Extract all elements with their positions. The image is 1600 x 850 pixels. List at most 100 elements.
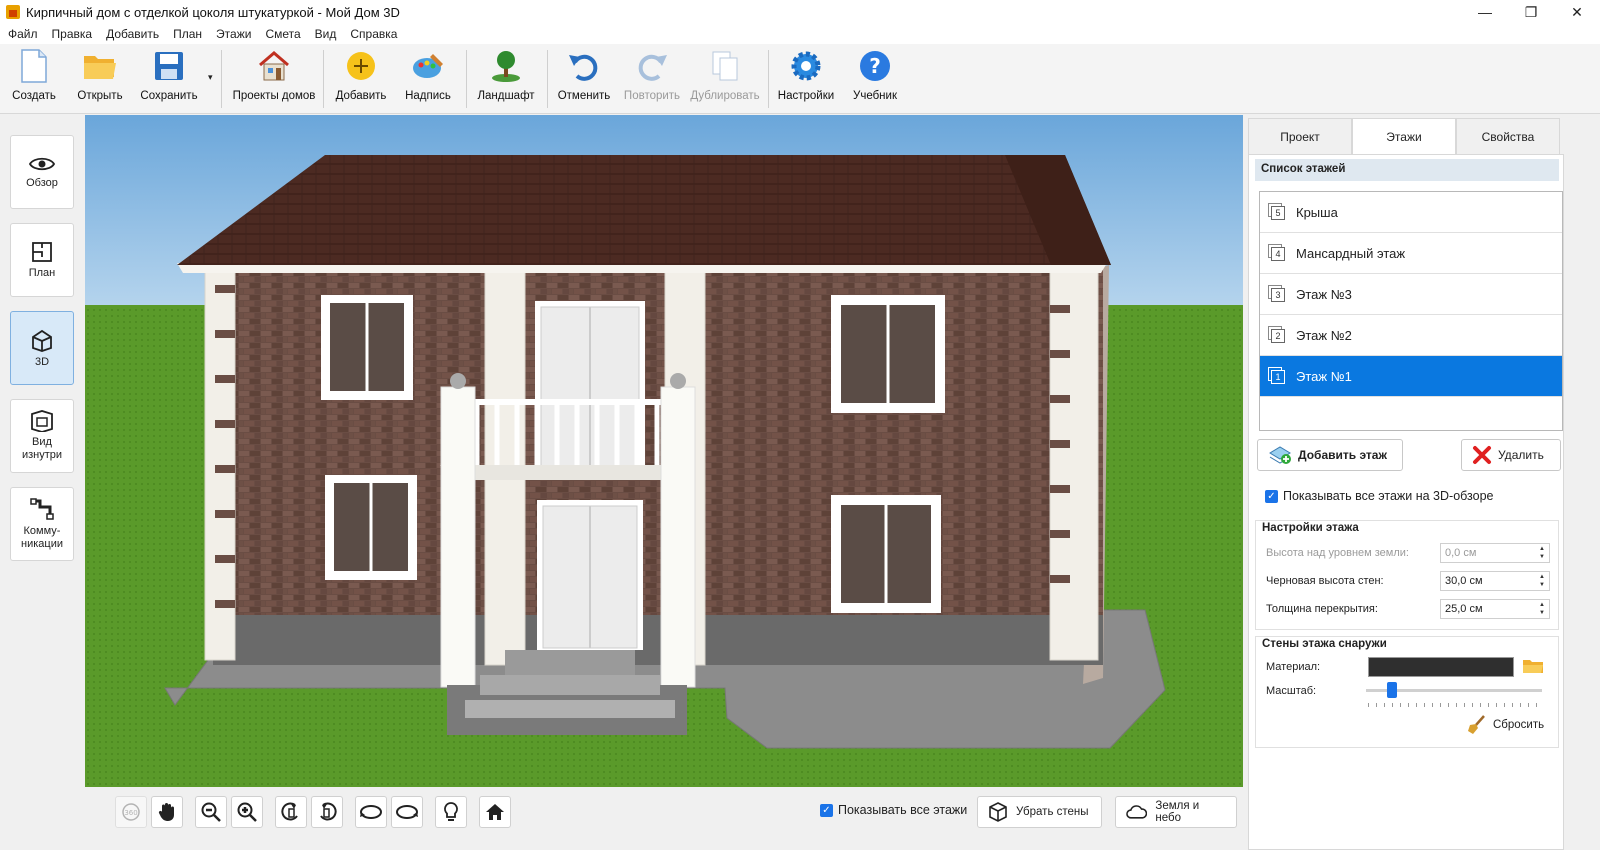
outer-walls-group: Стены этажа снаружи Материал: Масштаб: С… <box>1255 636 1559 748</box>
remove-walls-label: Убрать стены <box>1016 806 1089 818</box>
save-button[interactable]: Сохранить <box>138 48 200 110</box>
utilities-label-line1: Комму- <box>23 525 61 537</box>
app-logo-icon <box>6 5 20 19</box>
floor-item-1[interactable]: 1 Этаж №1 <box>1260 356 1562 397</box>
zoom-in-button[interactable] <box>231 796 263 828</box>
create-label: Создать <box>12 90 56 102</box>
landscape-button[interactable]: Ландшафт <box>476 48 536 110</box>
floor-layer-icon: 5 <box>1268 203 1286 221</box>
tilt-up-button[interactable] <box>355 796 387 828</box>
3d-view-button[interactable]: 3D <box>10 311 74 385</box>
spinner-arrows-icon[interactable]: ▲ ▼ <box>1536 573 1548 589</box>
menu-file[interactable]: Файл <box>8 27 38 41</box>
height-above-ground-input[interactable]: 0,0 см ▲ ▼ <box>1440 543 1550 563</box>
pipes-icon <box>30 498 54 520</box>
floor-list[interactable]: 5 Крыша 4 Мансардный этаж 3 Этаж №3 2 Эт… <box>1259 191 1563 431</box>
rotate-right-button[interactable] <box>311 796 343 828</box>
floppy-disk-icon <box>151 48 187 84</box>
show-all-floors-toggle[interactable]: ✓ Показывать все этажи <box>820 803 967 817</box>
rotate-360-button[interactable]: 360 <box>115 796 147 828</box>
reset-button[interactable]: Сбросить <box>1466 715 1544 735</box>
toolbar-separator <box>768 50 769 108</box>
show-all-floors-label: Показывать все этажи <box>838 803 968 817</box>
add-floor-button[interactable]: Добавить этаж <box>1257 439 1403 471</box>
menu-view[interactable]: Вид <box>315 27 337 41</box>
overview-button[interactable]: Обзор <box>10 135 74 209</box>
house-projects-button[interactable]: Проекты домов <box>232 48 316 110</box>
cloud-icon <box>1126 805 1148 819</box>
redo-button[interactable]: Повторить <box>622 48 682 110</box>
3d-house-icon <box>32 329 52 352</box>
save-dropdown-arrow[interactable]: ▾ <box>208 72 213 83</box>
height-above-ground-label: Высота над уровнем земли: <box>1266 547 1409 559</box>
delete-floor-button[interactable]: Удалить <box>1461 439 1561 471</box>
tab-properties[interactable]: Свойства <box>1456 118 1560 154</box>
tutorial-button[interactable]: ? Учебник <box>848 48 902 110</box>
zoom-out-button[interactable] <box>195 796 227 828</box>
inside-view-button[interactable]: Вид изнутри <box>10 399 74 473</box>
plan-label: План <box>28 266 56 279</box>
add-button[interactable]: Добавить <box>334 48 388 110</box>
floor-layer-icon: 4 <box>1268 244 1286 262</box>
landscape-label: Ландшафт <box>477 90 535 102</box>
caption-button[interactable]: Надпись <box>402 48 454 110</box>
plan-button[interactable]: План <box>10 223 74 297</box>
scale-slider-thumb[interactable] <box>1387 682 1398 698</box>
house-3d-render[interactable] <box>85 115 1243 787</box>
wall-height-input[interactable]: 30,0 см ▲ ▼ <box>1440 571 1550 591</box>
menu-estimate[interactable]: Смета <box>265 27 300 41</box>
wall-material-swatch[interactable] <box>1368 657 1514 677</box>
menu-add[interactable]: Добавить <box>106 27 159 41</box>
tilt-down-icon <box>396 805 418 819</box>
floor-item-label: Этаж №1 <box>1296 368 1352 384</box>
show-all-floors-3d-checkbox[interactable]: ✓ Показывать все этажи на 3D-обзоре <box>1265 489 1493 503</box>
open-button[interactable]: Открыть <box>74 48 126 110</box>
rotate-left-button[interactable] <box>275 796 307 828</box>
redo-icon <box>634 48 670 84</box>
settings-label: Настройки <box>777 90 835 102</box>
menu-edit[interactable]: Правка <box>52 27 93 41</box>
floor-item-3[interactable]: 3 Этаж №3 <box>1260 274 1562 315</box>
close-button[interactable]: ✕ <box>1554 0 1600 24</box>
duplicate-label: Дублировать <box>690 90 760 102</box>
svg-text:360: 360 <box>124 809 137 817</box>
ground-and-sky-button[interactable]: Земля и небо <box>1115 796 1237 828</box>
floor-item-attic[interactable]: 4 Мансардный этаж <box>1260 233 1562 274</box>
main-toolbar: Создать Открыть Сохранить ▾ Проекты домо… <box>0 44 1600 114</box>
slab-thickness-input[interactable]: 25,0 см ▲ ▼ <box>1440 599 1550 619</box>
create-button[interactable]: Создать <box>8 48 60 110</box>
scale-slider-ticks <box>1368 703 1544 707</box>
home-view-button[interactable] <box>479 796 511 828</box>
minimize-button[interactable]: — <box>1462 0 1508 24</box>
undo-button[interactable]: Отменить <box>556 48 612 110</box>
floor-settings-header: Настройки этажа <box>1262 522 1359 534</box>
tutorial-label: Учебник <box>853 90 897 102</box>
remove-walls-button[interactable]: Убрать стены <box>977 796 1102 828</box>
height-above-ground-value: 0,0 см <box>1445 547 1477 559</box>
utilities-button[interactable]: Комму-никации <box>10 487 74 561</box>
tab-floors[interactable]: Этажи <box>1352 118 1456 154</box>
inside-view-label: Вид изнутри <box>22 436 62 462</box>
cube-walls-icon <box>989 802 1007 822</box>
menu-floors[interactable]: Этажи <box>216 27 251 41</box>
3d-viewport[interactable] <box>85 115 1243 787</box>
floor-item-2[interactable]: 2 Этаж №2 <box>1260 315 1562 356</box>
menu-help[interactable]: Справка <box>350 27 397 41</box>
floor-layer-icon: 2 <box>1268 326 1286 344</box>
lighting-button[interactable] <box>435 796 467 828</box>
folder-icon[interactable] <box>1522 657 1544 675</box>
pan-hand-button[interactable] <box>151 796 183 828</box>
spinner-arrows-icon[interactable]: ▲ ▼ <box>1536 545 1548 561</box>
tab-project[interactable]: Проект <box>1248 118 1352 154</box>
maximize-button[interactable]: ❐ <box>1508 0 1554 24</box>
spinner-arrows-icon[interactable]: ▲ ▼ <box>1536 601 1548 617</box>
tilt-down-button[interactable] <box>391 796 423 828</box>
floor-item-roof[interactable]: 5 Крыша <box>1260 192 1562 233</box>
floor-item-label: Этаж №2 <box>1296 327 1352 343</box>
window-title: Кирпичный дом с отделкой цоколя штукатур… <box>26 4 400 20</box>
duplicate-button[interactable]: Дублировать <box>690 48 760 110</box>
menu-plan[interactable]: План <box>173 27 202 41</box>
checkbox-checked-icon: ✓ <box>1265 489 1278 503</box>
toolbar-separator <box>547 50 548 108</box>
settings-button[interactable]: Настройки <box>776 48 836 110</box>
